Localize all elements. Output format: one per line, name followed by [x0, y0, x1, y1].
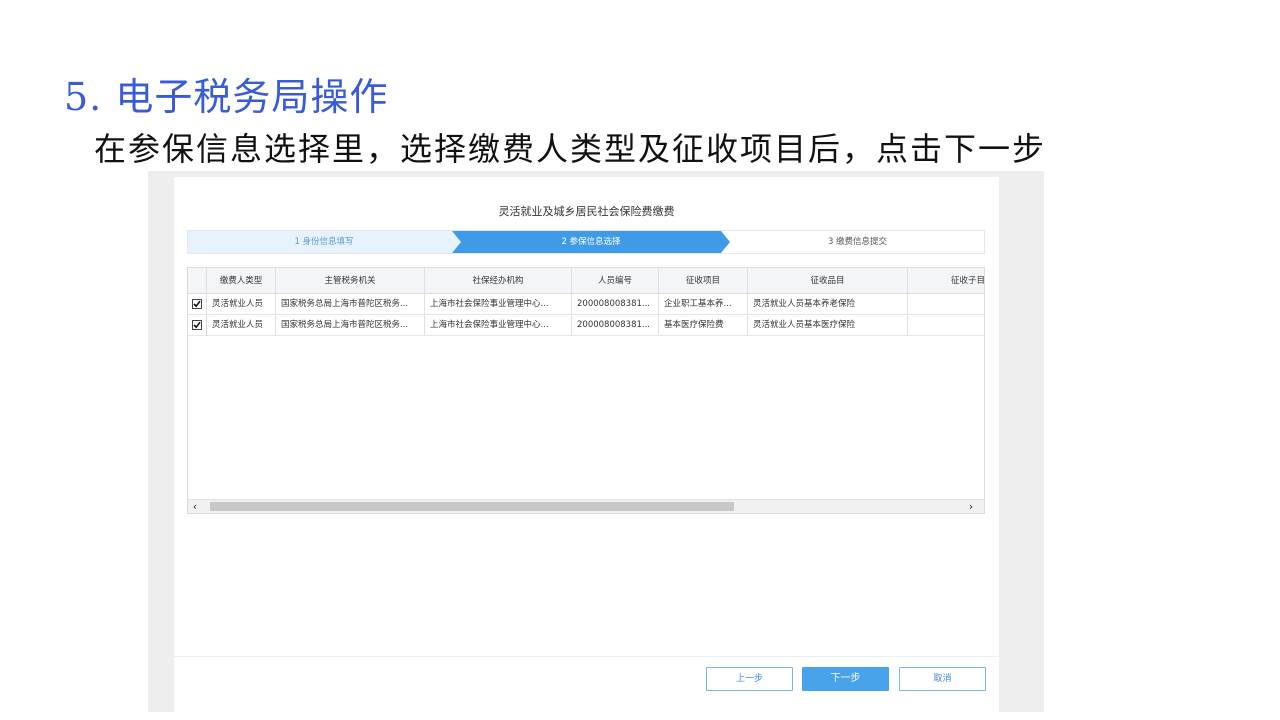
dialog-title: 灵活就业及城乡居民社会保险费缴费	[498, 205, 675, 218]
row-checkbox[interactable]	[192, 320, 202, 330]
cell-social-agency: 上海市社会保险事业管理中心...	[425, 315, 572, 335]
cell-social-agency: 上海市社会保险事业管理中心...	[425, 294, 572, 314]
progress-stepper: 1 身份信息填写 2 参保信息选择 3 缴费信息提交	[187, 230, 985, 254]
cell-payer-type: 灵活就业人员	[207, 315, 276, 335]
row-checkbox-cell[interactable]	[188, 315, 207, 335]
slide-title: 5. 电子税务局操作	[64, 75, 389, 119]
cancel-button[interactable]: 取消	[899, 667, 986, 691]
table-row[interactable]: 灵活就业人员 国家税务总局上海市普陀区税务... 上海市社会保险事业管理中心..…	[188, 294, 984, 315]
cell-levy-category: 灵活就业人员基本养老保险	[748, 294, 908, 314]
corner-decoration	[0, 0, 50, 105]
cell-levy-item: 企业职工基本养...	[659, 294, 748, 314]
step-insurance-selection[interactable]: 2 参保信息选择	[452, 231, 730, 253]
table-row[interactable]: 灵活就业人员 国家税务总局上海市普陀区税务... 上海市社会保险事业管理中心..…	[188, 315, 984, 336]
row-checkbox-cell[interactable]	[188, 294, 207, 314]
cell-tax-authority: 国家税务总局上海市普陀区税务...	[276, 294, 425, 314]
next-step-button[interactable]: 下一步	[802, 667, 889, 691]
column-header[interactable]: 征收子目	[908, 268, 984, 293]
step-payment-submit[interactable]: 3 缴费信息提交	[730, 231, 985, 253]
cell-person-id: 200008008381...	[572, 294, 659, 314]
screenshot-frame: 灵活就业及城乡居民社会保险费缴费 1 身份信息填写 2 参保信息选择 3 缴费信…	[148, 171, 1044, 712]
horizontal-scrollbar[interactable]: ‹ ›	[188, 499, 984, 513]
column-header[interactable]: 人员编号	[572, 268, 659, 293]
checkmark-icon	[193, 321, 201, 329]
insurance-table: 缴费人类型 主管税务机关 社保经办机构 人员编号 征收项目 征收品目 征收子目 …	[187, 267, 985, 514]
slide-subtitle: 在参保信息选择里，选择缴费人类型及征收项目后，点击下一步	[94, 130, 1047, 168]
checkmark-icon	[193, 300, 201, 308]
column-header[interactable]: 征收项目	[659, 268, 748, 293]
step-identity-info[interactable]: 1 身份信息填写	[188, 231, 460, 253]
cell-levy-category: 灵活就业人员基本医疗保险	[748, 315, 908, 335]
cell-levy-subitem	[908, 315, 984, 335]
scroll-right-icon[interactable]: ›	[964, 500, 978, 513]
column-header[interactable]: 社保经办机构	[425, 268, 572, 293]
table-header: 缴费人类型 主管税务机关 社保经办机构 人员编号 征收项目 征收品目 征收子目	[188, 268, 984, 294]
scroll-thumb[interactable]	[210, 502, 734, 511]
row-checkbox[interactable]	[192, 299, 202, 309]
cell-levy-subitem	[908, 294, 984, 314]
cell-person-id: 200008008381...	[572, 315, 659, 335]
column-header[interactable]: 主管税务机关	[276, 268, 425, 293]
header-check-column	[188, 268, 207, 293]
column-header[interactable]: 缴费人类型	[207, 268, 276, 293]
previous-step-button[interactable]: 上一步	[706, 667, 793, 691]
payment-dialog: 灵活就业及城乡居民社会保险费缴费 1 身份信息填写 2 参保信息选择 3 缴费信…	[174, 177, 999, 712]
column-header[interactable]: 征收品目	[748, 268, 908, 293]
cell-tax-authority: 国家税务总局上海市普陀区税务...	[276, 315, 425, 335]
cell-payer-type: 灵活就业人员	[207, 294, 276, 314]
cell-levy-item: 基本医疗保险费	[659, 315, 748, 335]
scroll-left-icon[interactable]: ‹	[188, 500, 202, 513]
footer-divider	[174, 656, 999, 657]
